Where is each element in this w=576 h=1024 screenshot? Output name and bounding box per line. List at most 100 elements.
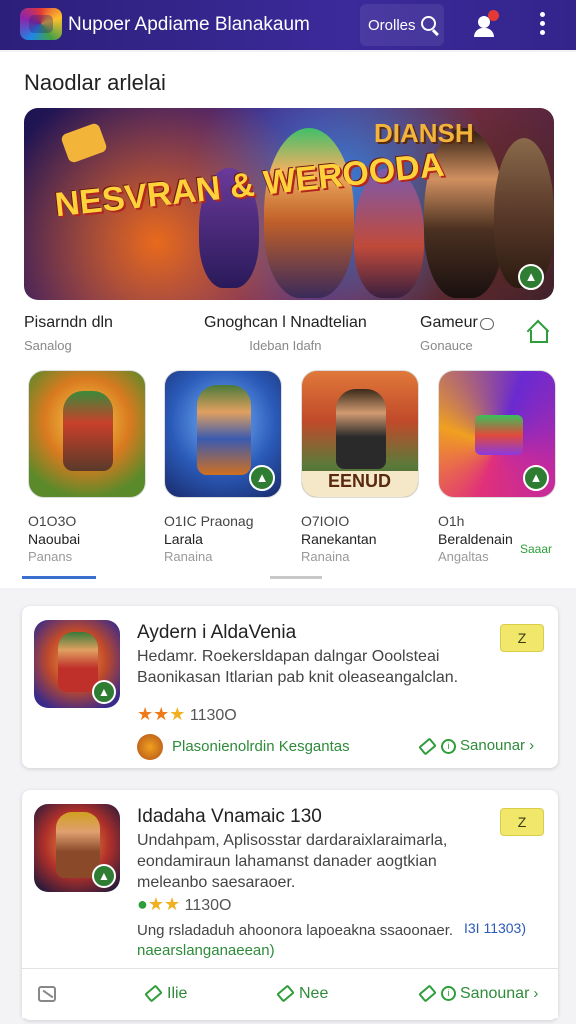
app-thumbnail: ▲ (34, 804, 120, 892)
rating-row: ★★★ 1130O (137, 704, 237, 725)
app-description: Undahpam, Aplisosstar dardaraixlaraimarl… (137, 832, 448, 891)
info-icon: i (441, 738, 456, 754)
action-label: Sanounar (460, 985, 530, 1002)
tile-line1: O7IOIO (301, 513, 350, 529)
tag-icon (418, 736, 437, 756)
developer-avatar (137, 734, 163, 760)
app-tile-image: EENUD (301, 370, 419, 498)
promo-text: Ung rsladaduh ahoonora lapoeakna ssaoona… (137, 922, 454, 939)
search-icon (421, 16, 436, 31)
tile-stamp: EENUD (328, 471, 392, 491)
tile-category: Ranaina (301, 549, 350, 564)
play-badge-icon: ▲ (249, 465, 275, 491)
chevron-right-icon: › (533, 985, 539, 1002)
featured-banner[interactable]: NESVRAN & WEROODA DIANSH ▲ (24, 108, 554, 300)
app-title: Idadaha Vnamaic 130 (137, 806, 322, 827)
app-tile-image (28, 370, 146, 498)
character-art (197, 385, 251, 475)
tile-name: Naoubai (28, 531, 81, 547)
account-notification-button[interactable] (470, 8, 504, 42)
get-button[interactable]: Z (500, 624, 544, 652)
app-tile[interactable]: ▲ O1h Beraldenain Angaltas Saaar (438, 370, 556, 566)
tile-name: Ranekantan (301, 531, 377, 547)
action-item-1[interactable]: Ilie (144, 984, 188, 1003)
character-art (63, 391, 113, 471)
category-label: Gameur (420, 314, 478, 331)
app-tile[interactable]: EENUD O7IOIO Ranekantan Ranaina (301, 370, 419, 566)
app-tile-image: ▲ (164, 370, 282, 498)
action-label: Nee (299, 985, 329, 1002)
tag-icon (144, 984, 163, 1003)
carousel-indicator (270, 576, 322, 579)
developer-link[interactable]: naearslanganaeean) (137, 942, 275, 959)
banner-hero-art (264, 128, 354, 298)
star-icon: ★ (169, 704, 186, 724)
info-icon: i (441, 986, 456, 1002)
category-sub: Gonauce (420, 338, 473, 353)
star-icon: ★ (153, 704, 170, 724)
star-icon: ★ (147, 894, 165, 914)
app-title: Nupoer Apdiame Blanakaum (68, 14, 310, 35)
promo-price: I3I 11303) (464, 920, 527, 936)
bottom-action-bar: Ilie Nee i Sanounar › (22, 968, 558, 1018)
badge-icon: ● (137, 894, 148, 914)
app-tile-image: ▲ (438, 370, 556, 498)
tile-category: Ranaina (164, 549, 213, 564)
category-2[interactable]: Gnoghcan l Nnadtelian Ideban Idafn (204, 314, 367, 353)
developer-link[interactable]: Plasonienolrdin Kesgantas (172, 738, 350, 755)
tile-name: Larala (164, 531, 203, 547)
tag-icon (418, 984, 437, 1003)
play-store-badge-icon: ▲ (518, 264, 544, 290)
app-logo-icon[interactable] (20, 8, 62, 40)
character-art (336, 389, 386, 469)
star-icon: ★ (164, 894, 181, 914)
play-badge-icon: ▲ (92, 680, 116, 704)
cloud-icon (480, 318, 494, 330)
app-description: Hedamr. Roekersldapan dalngar Ooolsteai … (137, 648, 459, 686)
character-art (58, 632, 98, 692)
notification-dot (488, 10, 499, 21)
tile-line1: O1IC Praonag (164, 513, 254, 529)
action-item-3[interactable]: i Sanounar › (418, 984, 539, 1003)
app-tile[interactable]: O1O3O Naoubai Panans (28, 370, 146, 566)
section-title: Naodlar arlelai (24, 70, 166, 95)
category-label: Pisarndn dln (24, 314, 113, 331)
object-art (475, 415, 523, 455)
app-thumbnail: ▲ (34, 620, 120, 708)
app-title: Aydern i AldaVenia (137, 622, 297, 643)
app-list-card[interactable]: ▲ Aydern i AldaVenia Z Hedamr. Roekersld… (22, 606, 558, 768)
tag-icon (276, 984, 295, 1003)
action-label: Ilie (167, 985, 188, 1002)
tile-category: Panans (28, 549, 73, 564)
carousel-indicator-active (22, 576, 96, 579)
rating-row: ●★★ 1130O (137, 894, 231, 915)
home-icon[interactable] (526, 320, 548, 343)
get-button[interactable]: Z (500, 808, 544, 836)
featured-panel: Naodlar arlelai NESVRAN & WEROODA DIANSH… (0, 52, 576, 588)
category-3[interactable]: Gameur Gonauce (420, 314, 478, 353)
banner-title-right: DIANSH (374, 118, 474, 148)
category-1[interactable]: Pisarndn dln Sanalog (24, 314, 113, 353)
search-label: Orolles (368, 17, 416, 34)
top-app-bar: Nupoer Apdiame Blanakaum Orolles (0, 0, 576, 50)
banner-gem-art (60, 122, 108, 164)
rating-count: 1130O (189, 707, 237, 724)
more-menu-icon[interactable] (534, 12, 550, 38)
tile-extra: Saaar (520, 542, 553, 556)
play-badge-icon: ▲ (523, 465, 549, 491)
share-icon[interactable] (38, 986, 56, 1002)
search-button[interactable]: Orolles (360, 4, 444, 46)
details-label: Sanounar (460, 737, 526, 754)
chevron-right-icon: › (529, 737, 535, 754)
tile-line1: O1O3O (28, 513, 77, 529)
app-tile-carousel: O1O3O Naoubai Panans ▲ O1IC Praonag Lara… (0, 370, 576, 580)
category-sub: Ideban Idafn (249, 338, 322, 353)
tile-line1: O1h (438, 513, 465, 529)
category-label: Gnoghcan l Nnadtelian (204, 314, 367, 331)
app-tile[interactable]: ▲ O1IC Praonag Larala Ranaina (164, 370, 282, 566)
rating-count: 1130O (184, 897, 232, 914)
category-sub: Sanalog (24, 338, 72, 353)
details-link[interactable]: i Sanounar › (418, 736, 535, 756)
action-item-2[interactable]: Nee (276, 984, 329, 1003)
star-icon: ★ (137, 704, 154, 724)
